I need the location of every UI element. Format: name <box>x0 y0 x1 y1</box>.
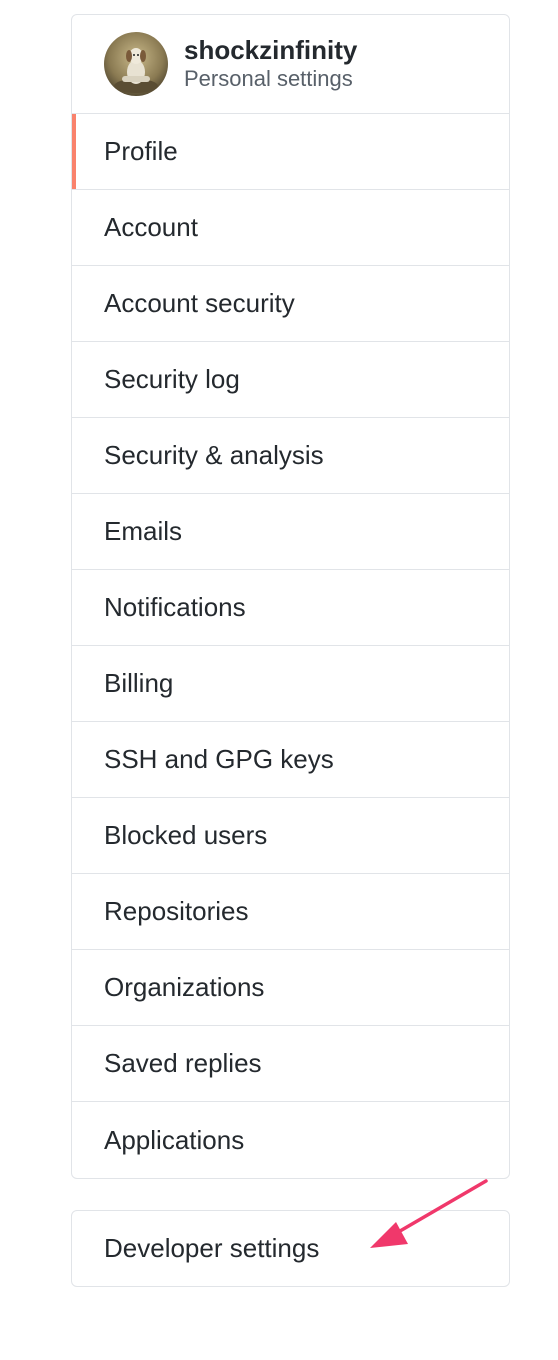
menu-item-repositories[interactable]: Repositories <box>72 874 509 950</box>
menu-item-saved-replies[interactable]: Saved replies <box>72 1026 509 1102</box>
menu-item-label: Developer settings <box>104 1233 320 1263</box>
menu-item-profile[interactable]: Profile <box>72 114 509 190</box>
menu-item-label: Repositories <box>104 896 249 926</box>
menu-item-label: Notifications <box>104 592 246 622</box>
menu-header: shockzinfinity Personal settings <box>72 15 509 114</box>
menu-item-label: Profile <box>104 136 178 166</box>
menu-item-label: Billing <box>104 668 174 698</box>
developer-menu: Developer settings <box>71 1210 510 1287</box>
settings-page: shockzinfinity Personal settings Profile… <box>0 0 558 1360</box>
menu-item-security-analysis[interactable]: Security & analysis <box>72 418 509 494</box>
menu-item-security-log[interactable]: Security log <box>72 342 509 418</box>
header-subtitle: Personal settings <box>184 66 353 91</box>
menu-item-account-security[interactable]: Account security <box>72 266 509 342</box>
menu-item-organizations[interactable]: Organizations <box>72 950 509 1026</box>
menu-item-label: Security log <box>104 364 240 394</box>
username[interactable]: shockzinfinity <box>184 35 357 65</box>
menu-item-label: Blocked users <box>104 820 268 850</box>
avatar-image <box>104 32 168 96</box>
menu-item-label: Applications <box>104 1124 245 1155</box>
menu-item-label: Security & analysis <box>104 440 324 470</box>
menu-item-emails[interactable]: Emails <box>72 494 509 570</box>
menu-item-applications[interactable]: Applications <box>72 1102 509 1178</box>
menu-item-account[interactable]: Account <box>72 190 509 266</box>
menu-item-label: Saved replies <box>104 1048 262 1078</box>
menu-item-developer-settings[interactable]: Developer settings <box>72 1211 509 1286</box>
header-text: shockzinfinity Personal settings <box>184 35 357 93</box>
menu-item-label: SSH and GPG keys <box>104 744 334 774</box>
menu-item-label: Account <box>104 212 198 242</box>
menu-item-label: Emails <box>104 516 183 546</box>
avatar[interactable] <box>104 32 168 96</box>
menu-item-label: Organizations <box>104 972 265 1002</box>
menu-item-ssh-gpg-keys[interactable]: SSH and GPG keys <box>72 722 509 798</box>
menu-item-label: Account security <box>104 288 295 318</box>
menu-item-blocked-users[interactable]: Blocked users <box>72 798 509 874</box>
menu-item-notifications[interactable]: Notifications <box>72 570 509 646</box>
settings-menu: shockzinfinity Personal settings Profile… <box>71 14 510 1179</box>
menu-item-billing[interactable]: Billing <box>72 646 509 722</box>
